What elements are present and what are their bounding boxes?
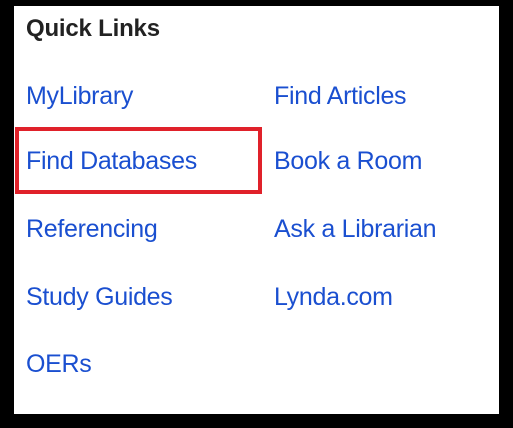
link-find-databases[interactable]: Find Databases [26, 145, 197, 177]
link-study-guides[interactable]: Study Guides [26, 281, 173, 313]
link-referencing[interactable]: Referencing [26, 213, 158, 245]
link-ask-a-librarian[interactable]: Ask a Librarian [274, 213, 437, 245]
link-mylibrary[interactable]: MyLibrary [26, 80, 133, 112]
link-lynda-com[interactable]: Lynda.com [274, 281, 393, 313]
quick-links-title: Quick Links [26, 15, 160, 42]
link-book-a-room[interactable]: Book a Room [274, 145, 422, 177]
link-find-articles[interactable]: Find Articles [274, 80, 407, 112]
link-oers[interactable]: OERs [26, 348, 92, 380]
